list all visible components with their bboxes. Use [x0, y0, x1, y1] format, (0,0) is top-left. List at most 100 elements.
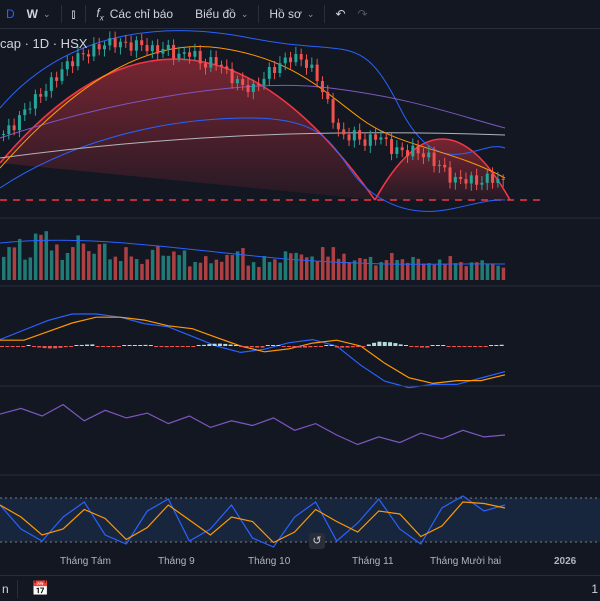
macd-histogram-bar [467, 346, 472, 347]
macd-histogram-bar [287, 346, 292, 347]
volume-bar [150, 249, 155, 280]
volume-bar [156, 245, 160, 280]
candle-body [315, 64, 319, 81]
x-axis-label: Tháng 10 [248, 556, 291, 567]
candle-body [469, 175, 473, 184]
candle-body [219, 64, 223, 67]
candle-body [491, 173, 495, 183]
macd-histogram-bar [292, 346, 297, 348]
candle-body [501, 178, 505, 180]
macd-histogram-bar [494, 345, 499, 346]
candle-body [416, 145, 420, 154]
macd-histogram-bar [244, 346, 249, 347]
candle-body [283, 57, 287, 64]
macd-histogram-bar [430, 345, 435, 346]
volume-bar [443, 263, 447, 280]
candle-body [124, 41, 128, 43]
volume-bar [92, 253, 96, 280]
volume-bar [65, 253, 70, 280]
candle-body [262, 78, 266, 86]
profile-button[interactable]: Hồ sơ ⌄ [263, 0, 320, 28]
candle-body [108, 38, 112, 46]
macd-histogram-bar [499, 344, 504, 346]
macd-histogram-bar [350, 346, 355, 348]
candle-body [331, 99, 335, 123]
volume-bar [235, 251, 240, 280]
candle-body [246, 85, 250, 93]
candle-body [475, 175, 479, 185]
volume-bar [421, 263, 426, 280]
candle-body [400, 147, 404, 151]
macd-histogram-bar [329, 345, 334, 346]
candle-body [17, 115, 21, 131]
macd-histogram-bar [255, 346, 260, 348]
interval-w-button[interactable]: W ⌄ [21, 0, 57, 28]
divider [85, 5, 87, 23]
candle-body [464, 179, 468, 184]
interval-d-button[interactable]: D [0, 0, 21, 28]
volume-bar [475, 262, 479, 280]
candle-body [421, 153, 425, 158]
macd-histogram-bar [297, 346, 302, 348]
price-chart[interactable] [0, 28, 600, 575]
candle-body [411, 145, 415, 157]
chart-type-button[interactable]: Biểu đồ ⌄ [189, 0, 254, 28]
volume-bar [384, 260, 389, 280]
candle-body [188, 52, 192, 57]
rsi-pane [0, 403, 506, 446]
volume-bar [188, 266, 192, 280]
macd-histogram-bar [74, 345, 79, 346]
volume-bar [209, 263, 213, 280]
redo-button[interactable]: ↷ [352, 0, 374, 28]
macd-histogram-bar [101, 346, 105, 347]
volume-bar [368, 256, 373, 280]
candle-body [363, 139, 367, 146]
macd-histogram-bar [462, 346, 467, 347]
volume-bar [140, 263, 144, 280]
macd-histogram-bar [457, 346, 462, 347]
candle-body [118, 41, 122, 48]
reset-chart-button[interactable]: ↺ [309, 533, 325, 549]
candle-style-button[interactable]: ⫾ [66, 0, 82, 28]
macd-histogram-bar [271, 345, 276, 346]
candle-body [71, 61, 75, 67]
macd-histogram-bar [148, 345, 153, 346]
macd-histogram-bar [164, 346, 169, 348]
candle-body [448, 167, 452, 183]
candle-body [395, 147, 399, 154]
calendar-icon[interactable]: 📅 [32, 580, 49, 597]
volume-bar [23, 259, 27, 280]
macd-histogram-bar [398, 344, 403, 346]
indicators-button[interactable]: fx Các chỉ báo [90, 0, 179, 28]
macd-histogram-bar [393, 343, 398, 346]
candle-body [368, 134, 372, 146]
macd-histogram-bar [483, 346, 488, 347]
candle-body [150, 45, 154, 52]
candle-body [193, 50, 197, 57]
volume-bar [129, 256, 134, 280]
candle-body [129, 42, 133, 51]
macd-histogram-bar [207, 344, 212, 346]
macd-histogram-bar [441, 345, 446, 346]
candle-body [432, 152, 436, 166]
volume-bar [315, 261, 320, 280]
undo-button[interactable]: ↶ [329, 0, 351, 28]
top-toolbar: D W ⌄ ⫾ fx Các chỉ báo Biểu đồ ⌄ Hồ sơ ⌄ ↶ ↷ [0, 0, 600, 29]
volume-bar [97, 244, 102, 280]
candle-body [2, 134, 5, 135]
volume-bar [395, 259, 399, 280]
volume-bar [491, 264, 495, 280]
macd-histogram-bar [106, 346, 111, 347]
macd-histogram-bar [175, 346, 180, 347]
candle-body [65, 61, 69, 70]
volume-bar [251, 262, 256, 280]
volume-bar [363, 258, 367, 280]
macd-histogram-bar [21, 346, 26, 347]
x-axis-label: Tháng 9 [158, 556, 195, 567]
macd-histogram-bar [366, 344, 371, 346]
macd-histogram-bar [388, 342, 393, 346]
volume-bar [166, 255, 171, 280]
volume-ma [0, 239, 506, 265]
macd-histogram-bar [186, 346, 191, 347]
macd-histogram-bar [15, 346, 20, 347]
